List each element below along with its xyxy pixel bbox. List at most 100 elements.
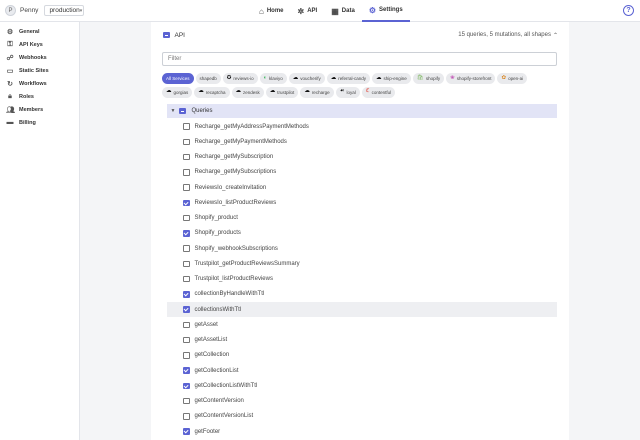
query-row[interactable]: ReviewsIo_listProductReviews (167, 195, 557, 210)
service-chip-trustpilot[interactable]: ☁ trustpilot (265, 86, 299, 98)
service-chip-loyal[interactable]: ☙ loyal (335, 86, 360, 98)
query-checkbox[interactable] (183, 306, 190, 313)
sidebar-item-api-keys[interactable]: ⚿ API Keys (0, 38, 79, 51)
query-row[interactable]: getFooter (167, 424, 557, 439)
sidebar-item-general[interactable]: ⚙ General (0, 25, 79, 38)
query-checkbox[interactable] (183, 153, 190, 161)
query-checkbox[interactable] (183, 138, 190, 146)
service-chip-recharge[interactable]: ☁ recharge (300, 86, 334, 98)
service-chip-recaptcha[interactable]: ☁ recaptcha (194, 86, 230, 98)
query-row[interactable]: getContentVersionList (167, 409, 557, 424)
service-chip-label: trustpilot (277, 89, 295, 95)
queries-select-all-checkbox[interactable] (179, 107, 186, 115)
sidebar-item-webhooks[interactable]: ☍ Webhooks (0, 51, 79, 64)
query-checkbox[interactable] (183, 397, 190, 405)
query-checkbox[interactable] (183, 382, 190, 390)
query-row[interactable]: Trustpilot_getProductReviewsSummary (167, 256, 557, 271)
query-row[interactable]: Shopify_products (167, 226, 557, 241)
query-checkbox[interactable] (183, 413, 190, 420)
service-chip-label: ship-engine (383, 76, 407, 81)
query-row[interactable]: Recharge_getMySubscription (167, 150, 557, 165)
query-row[interactable]: collectionsWithTtl (167, 302, 557, 318)
api-select-all-checkbox[interactable] (163, 31, 170, 39)
filter-input[interactable]: Filter (162, 52, 557, 66)
tab-home-label: Home (266, 8, 284, 14)
query-row[interactable]: getAsset (167, 317, 557, 332)
query-row[interactable]: Shopify_product (167, 211, 557, 226)
query-checkbox[interactable] (183, 352, 190, 359)
query-checkbox[interactable] (183, 321, 190, 329)
query-checkbox[interactable] (183, 214, 190, 222)
service-chip-voucherify[interactable]: ☁ voucherify (288, 73, 325, 84)
sidebar-item-workflows[interactable]: ↻ Workflows (0, 77, 79, 90)
service-chip-label: recharge (311, 89, 330, 95)
query-checkbox[interactable] (183, 428, 190, 435)
tab-data[interactable]: ▦ Data (324, 0, 362, 22)
query-row[interactable]: Recharge_getMySubscriptions (167, 165, 557, 180)
tab-api[interactable]: ✲ API (291, 0, 325, 22)
service-chip-contentful[interactable]: ℭcontentful (361, 86, 396, 98)
queries-group-header[interactable]: ▼ Queries (167, 104, 557, 118)
members-icon: 👥︎ (6, 106, 15, 114)
query-checkbox[interactable] (183, 291, 190, 298)
query-row[interactable]: getCollectionList (167, 363, 557, 378)
query-checkbox[interactable] (183, 336, 190, 344)
query-checkbox[interactable] (183, 260, 190, 268)
query-row[interactable]: Recharge_getMyAddressPaymentMethods (167, 119, 557, 134)
query-row[interactable]: getAssetList (167, 333, 557, 348)
query-row[interactable]: ReviewsIo_createInvitation (167, 180, 557, 195)
chevron-down-icon[interactable]: ▼ (168, 108, 178, 114)
key-icon: ⚿ (7, 40, 13, 48)
sidebar-item-static-sites[interactable]: ▭ Static Sites (0, 64, 79, 77)
query-checkbox[interactable] (183, 275, 190, 283)
service-chip-shopify-storefront[interactable]: ❀ shopify-storefront (446, 73, 496, 84)
query-row[interactable]: getCollectionListWithTtl (167, 378, 557, 393)
tab-home[interactable]: ⌂ Home (252, 0, 291, 22)
query-checkbox[interactable] (183, 169, 190, 176)
service-chip-all-services[interactable]: All Services (162, 73, 194, 84)
api-settings-panel: API 15 queries, 5 mutations, all shapes … (151, 22, 569, 440)
environment-select[interactable]: production ▾ (44, 5, 85, 16)
card-icon: ▬ (6, 119, 14, 126)
query-name: collectionByHandleWithTtl (194, 291, 265, 298)
brand[interactable]: P Penny (5, 5, 38, 16)
sidebar-item-billing[interactable]: ▬ Billing (0, 116, 79, 129)
service-chip-gorgias[interactable]: ☁ gorgias (162, 86, 193, 98)
query-checkbox[interactable] (183, 367, 190, 374)
gear-icon: ⚙ (6, 28, 14, 36)
service-chip-shapedb[interactable]: shapedb (195, 73, 221, 84)
top-bar: P Penny production ▾ ⌂ Home ✲ API ▦ Data… (0, 0, 640, 22)
query-row[interactable]: Shopify_webhookSubscriptions (167, 241, 557, 256)
sidebar-item-roles[interactable]: 🔒︎ Roles (0, 90, 79, 103)
query-name: Recharge_getMySubscriptions (194, 169, 277, 176)
query-name: Shopify_product (194, 215, 238, 222)
query-row[interactable]: collectionByHandleWithTtl (167, 287, 557, 302)
query-row[interactable]: Trustpilot_listProductReviews (167, 272, 557, 287)
service-chip-open-ai[interactable]: ✿ open-ai (497, 73, 528, 84)
service-chip-shopify[interactable]: 🛍︎ shopify (412, 73, 445, 84)
query-checkbox[interactable] (183, 184, 190, 191)
query-name: getContentVersion (194, 398, 244, 405)
query-row[interactable]: getContentVersion (167, 394, 557, 409)
sidebar-item-members[interactable]: 👥︎ Members (0, 103, 79, 116)
query-row[interactable]: Recharge_getMyPaymentMethods (167, 134, 557, 149)
query-name: Recharge_getMyAddressPaymentMethods (194, 123, 309, 130)
tab-settings[interactable]: ⚙ Settings (361, 0, 410, 22)
query-checkbox[interactable] (183, 230, 190, 237)
api-summary-toggle[interactable]: 15 queries, 5 mutations, all shapes ⌃ (458, 32, 558, 39)
sidebar-item-label: API Keys (19, 41, 43, 48)
service-chip-reviews-io[interactable]: ✪ reviews-io (222, 73, 258, 84)
service-chip-referral-candy[interactable]: ☁ referral-candy (326, 73, 371, 84)
service-chip-klaviyo[interactable]: ◐ klaviyo (259, 73, 287, 84)
query-checkbox[interactable] (183, 199, 190, 207)
data-icon: ▦ (331, 6, 339, 16)
query-name: getFooter (194, 428, 221, 435)
help-icon[interactable]: ? (623, 5, 634, 16)
query-checkbox[interactable] (183, 245, 190, 252)
query-checkbox[interactable] (183, 123, 190, 130)
cloud-icon: ☁ (292, 74, 299, 81)
service-chip-ship-engine[interactable]: ☁ ship-engine (372, 73, 411, 84)
reviews-io-icon: ✪ (226, 74, 232, 81)
query-row[interactable]: getCollection (167, 348, 557, 363)
service-chip-zendesk[interactable]: ☁ zendesk (231, 86, 264, 98)
